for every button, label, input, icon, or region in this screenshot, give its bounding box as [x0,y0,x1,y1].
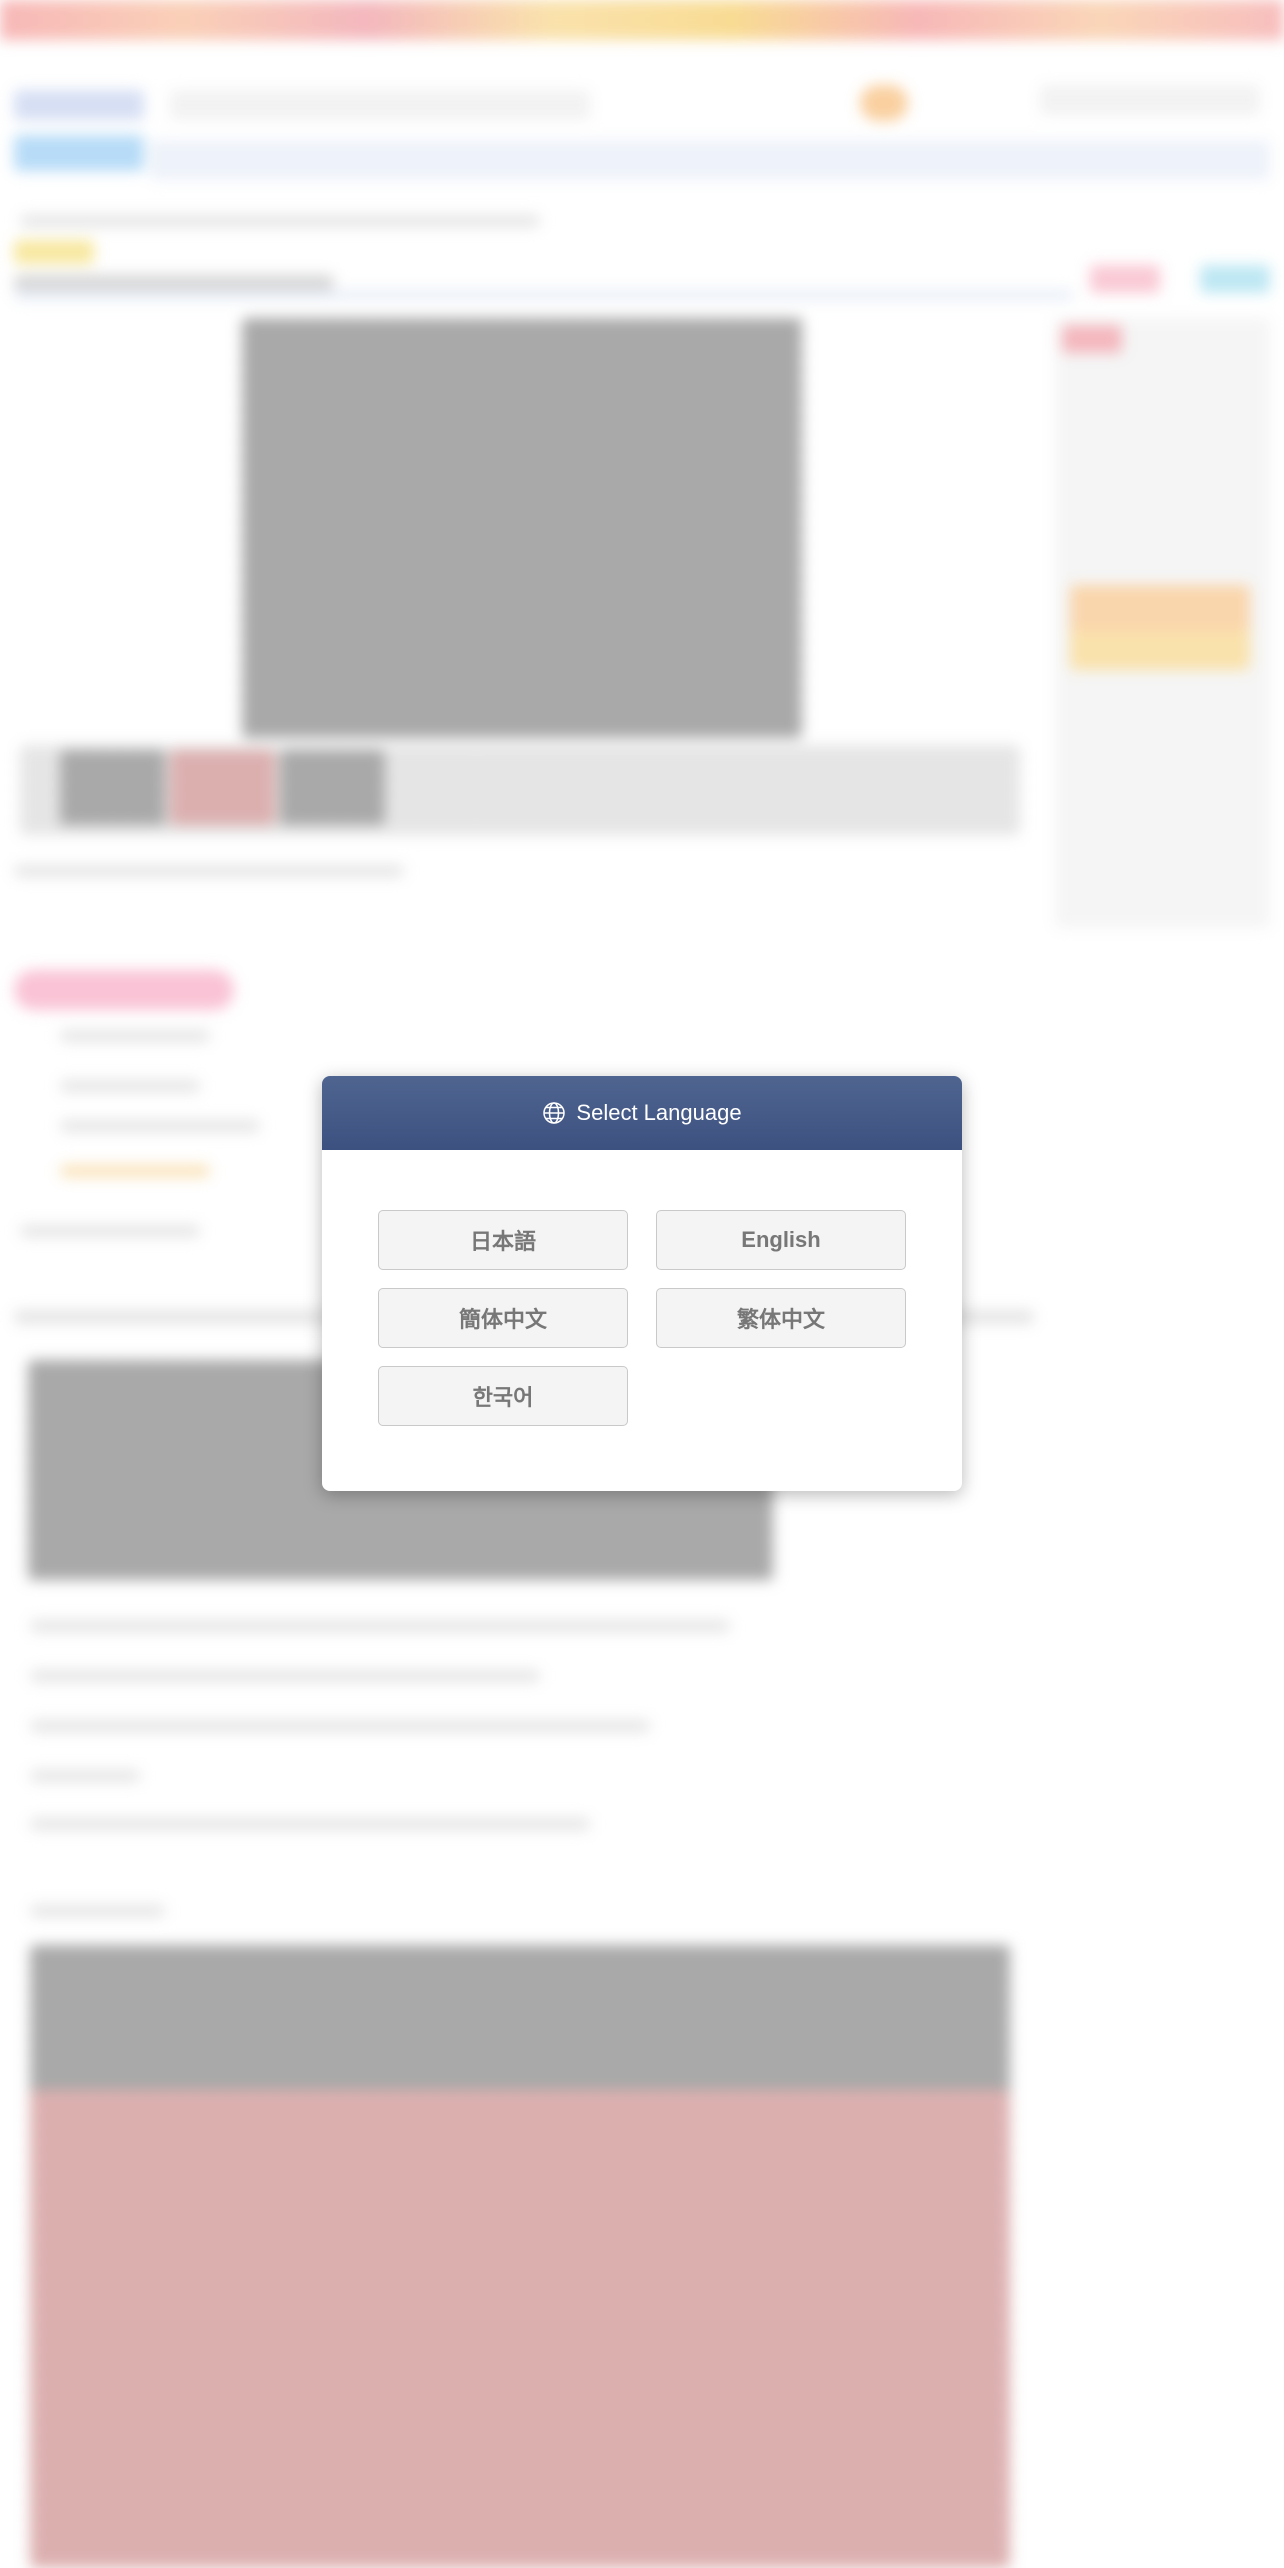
language-button-english[interactable]: English [656,1210,906,1270]
language-button-korean[interactable]: 한국어 [378,1366,628,1426]
language-button-japanese[interactable]: 日本語 [378,1210,628,1270]
dialog-title: Select Language [576,1100,742,1125]
globe-icon [543,1102,566,1124]
dialog-header: Select Language [322,1076,962,1150]
language-select-dialog: Select Language 日本語 English 簡体中文 繁体中文 한국… [322,1076,962,1491]
language-options: 日本語 English 簡体中文 繁体中文 한국어 [378,1210,906,1426]
language-button-traditional-chinese[interactable]: 繁体中文 [656,1288,906,1348]
page: Select Language 日本語 English 簡体中文 繁体中文 한국… [0,0,1284,2568]
language-button-simplified-chinese[interactable]: 簡体中文 [378,1288,628,1348]
